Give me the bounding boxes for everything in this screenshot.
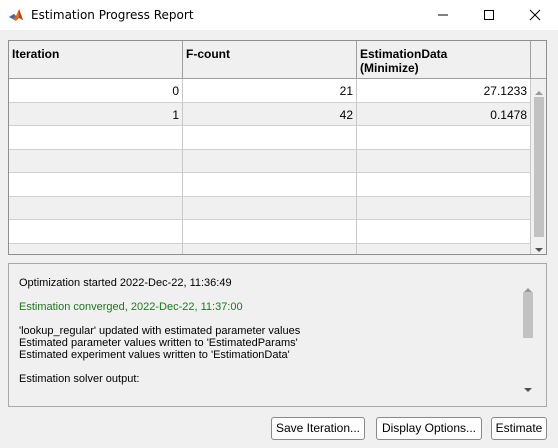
cell-f-count — [183, 126, 357, 150]
iteration-table: Iteration F-count EstimationData (Minimi… — [8, 40, 547, 255]
cell-iteration — [9, 126, 183, 150]
log-line: Estimation solver output: — [19, 373, 140, 385]
minimize-button[interactable] — [420, 0, 466, 30]
cell-f-count — [183, 173, 357, 197]
cell-estimation-data — [357, 149, 531, 173]
table-row[interactable] — [9, 126, 531, 150]
cell-estimation-data — [357, 196, 531, 220]
column-header-estimation-data[interactable]: EstimationData (Minimize) — [357, 41, 531, 79]
cell-iteration: 0 — [9, 79, 183, 103]
cell-estimation-data: 27.1233 — [357, 79, 531, 103]
close-icon — [529, 9, 541, 21]
log-line: Estimated experiment values written to '… — [19, 349, 290, 361]
cell-iteration — [9, 196, 183, 220]
cell-iteration — [9, 243, 183, 254]
scroll-down-icon[interactable] — [535, 242, 543, 254]
cell-f-count: 42 — [183, 102, 357, 126]
cell-iteration — [9, 149, 183, 173]
column-header-f-count[interactable]: F-count — [183, 41, 357, 79]
minimize-icon — [438, 14, 448, 16]
solver-log-pane[interactable]: Optimization started 2022-Dec-22, 11:36:… — [8, 263, 547, 407]
title-bar: Estimation Progress Report — [0, 0, 558, 30]
maximize-button[interactable] — [466, 0, 512, 30]
cell-f-count — [183, 220, 357, 244]
display-options-button[interactable]: Display Options... — [376, 417, 482, 440]
cell-iteration — [9, 220, 183, 244]
close-button[interactable] — [512, 0, 558, 30]
maximize-icon — [484, 10, 494, 20]
cell-estimation-data — [357, 220, 531, 244]
table-row[interactable] — [9, 243, 531, 254]
log-line: 'lookup_regular' updated with estimated … — [19, 325, 301, 337]
header-label: F-count — [186, 47, 230, 61]
table-body: 0 21 27.1233 1 42 0.1478 — [9, 79, 531, 254]
table-row[interactable] — [9, 196, 531, 220]
cell-f-count — [183, 196, 357, 220]
table-row[interactable]: 1 42 0.1478 — [9, 102, 531, 126]
table-row[interactable] — [9, 220, 531, 244]
log-line: Estimated parameter values written to 'E… — [19, 337, 298, 349]
cell-iteration: 1 — [9, 102, 183, 126]
window-title: Estimation Progress Report — [31, 8, 194, 22]
header-label: Iteration — [12, 47, 60, 61]
table-row[interactable]: 0 21 27.1233 — [9, 79, 531, 103]
cell-f-count — [183, 243, 357, 254]
cell-estimation-data — [357, 126, 531, 150]
log-line: Optimization started 2022-Dec-22, 11:36:… — [19, 277, 232, 289]
scrollbar-header-corner — [531, 41, 546, 79]
cell-iteration — [9, 173, 183, 197]
scroll-down-icon[interactable] — [524, 382, 532, 396]
table-header: Iteration F-count EstimationData (Minimi… — [9, 41, 531, 79]
cell-estimation-data: 0.1478 — [357, 102, 531, 126]
table-scrollbar[interactable] — [531, 79, 546, 254]
column-header-iteration[interactable]: Iteration — [9, 41, 183, 79]
cell-estimation-data — [357, 173, 531, 197]
table-row[interactable] — [9, 173, 531, 197]
header-label: EstimationData — [360, 47, 448, 61]
cell-f-count: 21 — [183, 79, 357, 103]
estimate-button[interactable]: Estimate — [491, 417, 547, 440]
table-row[interactable] — [9, 149, 531, 173]
save-iteration-button[interactable]: Save Iteration... — [271, 417, 365, 440]
matlab-icon — [8, 7, 24, 23]
cell-estimation-data — [357, 243, 531, 254]
scrollbar-thumb[interactable] — [523, 292, 533, 338]
main-panel: Iteration F-count EstimationData (Minimi… — [0, 30, 558, 448]
scrollbar-thumb[interactable] — [534, 97, 544, 237]
log-line-converged: Estimation converged, 2022-Dec-22, 11:37… — [19, 301, 243, 313]
log-scrollbar[interactable] — [521, 264, 537, 406]
header-sublabel: (Minimize) — [360, 61, 419, 75]
cell-f-count — [183, 149, 357, 173]
